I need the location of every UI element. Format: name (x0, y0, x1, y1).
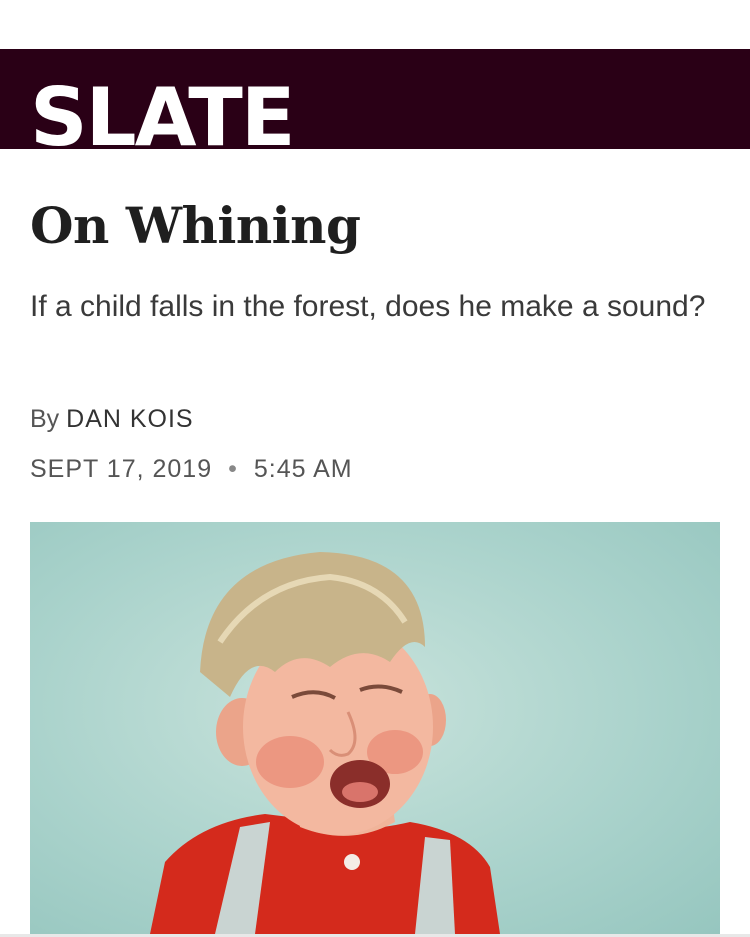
slate-logo[interactable]: SLATE (30, 79, 290, 151)
slate-logo-text: SLATE (30, 79, 290, 151)
dateline-separator: • (228, 455, 238, 483)
publish-time: 5:45 AM (253, 455, 353, 483)
article-headline: On Whining (30, 196, 361, 255)
dateline: SEPT 17, 2019 • 5:45 AM (30, 455, 353, 484)
publish-date: SEPT 17, 2019 (30, 455, 213, 483)
byline-prefix: By (30, 405, 60, 433)
article-dek: If a child falls in the forest, does he … (30, 290, 706, 323)
article-hero-image (30, 522, 720, 934)
crying-child-illustration (150, 552, 500, 934)
author-link[interactable]: DAN KOIS (66, 405, 193, 433)
byline: By DAN KOIS (30, 405, 194, 434)
